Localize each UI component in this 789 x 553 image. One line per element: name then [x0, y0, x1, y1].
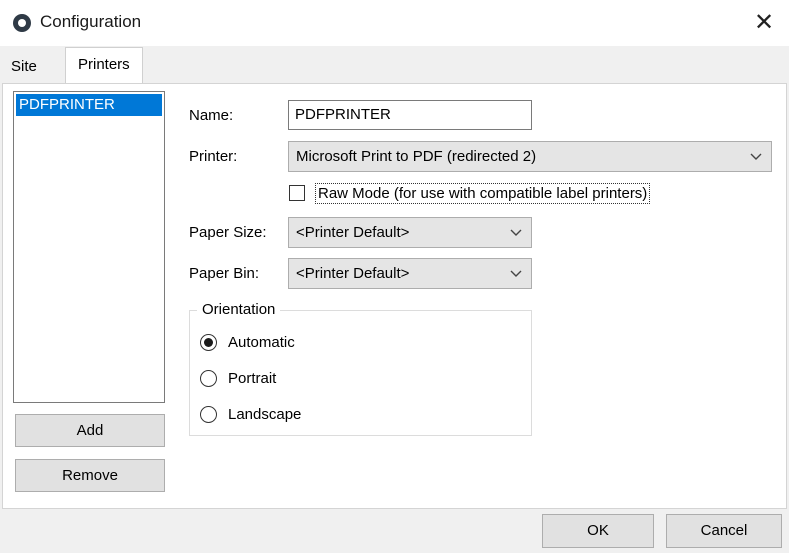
list-item[interactable]: PDFPRINTER	[16, 94, 162, 116]
paper-bin-select[interactable]: <Printer Default>	[288, 258, 532, 289]
radio-landscape[interactable]	[200, 406, 217, 423]
radio-portrait[interactable]	[200, 370, 217, 387]
paper-bin-value: <Printer Default>	[296, 265, 410, 282]
ok-button[interactable]: OK	[542, 514, 654, 548]
radio-automatic[interactable]	[200, 334, 217, 351]
radio-landscape-label[interactable]: Landscape	[228, 406, 301, 423]
tab-site[interactable]: Site	[3, 50, 45, 83]
printer-select-value: Microsoft Print to PDF (redirected 2)	[296, 148, 537, 165]
name-field[interactable]: PDFPRINTER	[288, 100, 532, 130]
tab-printers[interactable]: Printers	[65, 47, 143, 83]
raw-mode-label[interactable]: Raw Mode (for use with compatible label …	[315, 183, 651, 204]
window-title: Configuration	[40, 12, 142, 31]
add-button[interactable]: Add	[15, 414, 165, 447]
radio-automatic-label[interactable]: Automatic	[228, 334, 295, 351]
paper-size-value: <Printer Default>	[296, 224, 410, 241]
chevron-down-icon	[750, 153, 762, 160]
app-logo-icon	[13, 14, 31, 32]
tab-strip: Site Printers	[0, 46, 789, 83]
printer-listbox[interactable]: PDFPRINTER	[13, 91, 165, 403]
paper-size-label: Paper Size:	[189, 224, 267, 241]
printer-label: Printer:	[189, 148, 238, 165]
orientation-legend: Orientation	[197, 301, 281, 319]
chevron-down-icon	[510, 229, 522, 236]
remove-button[interactable]: Remove	[15, 459, 165, 492]
title-bar: Configuration ✕	[0, 0, 789, 46]
close-icon[interactable]: ✕	[746, 8, 782, 38]
name-label: Name:	[189, 107, 234, 124]
raw-mode-checkbox[interactable]	[289, 185, 305, 201]
printer-select[interactable]: Microsoft Print to PDF (redirected 2)	[288, 141, 772, 172]
radio-portrait-label[interactable]: Portrait	[228, 370, 276, 387]
chevron-down-icon	[510, 270, 522, 277]
paper-bin-label: Paper Bin:	[189, 265, 260, 282]
cancel-button[interactable]: Cancel	[666, 514, 782, 548]
paper-size-select[interactable]: <Printer Default>	[288, 217, 532, 248]
